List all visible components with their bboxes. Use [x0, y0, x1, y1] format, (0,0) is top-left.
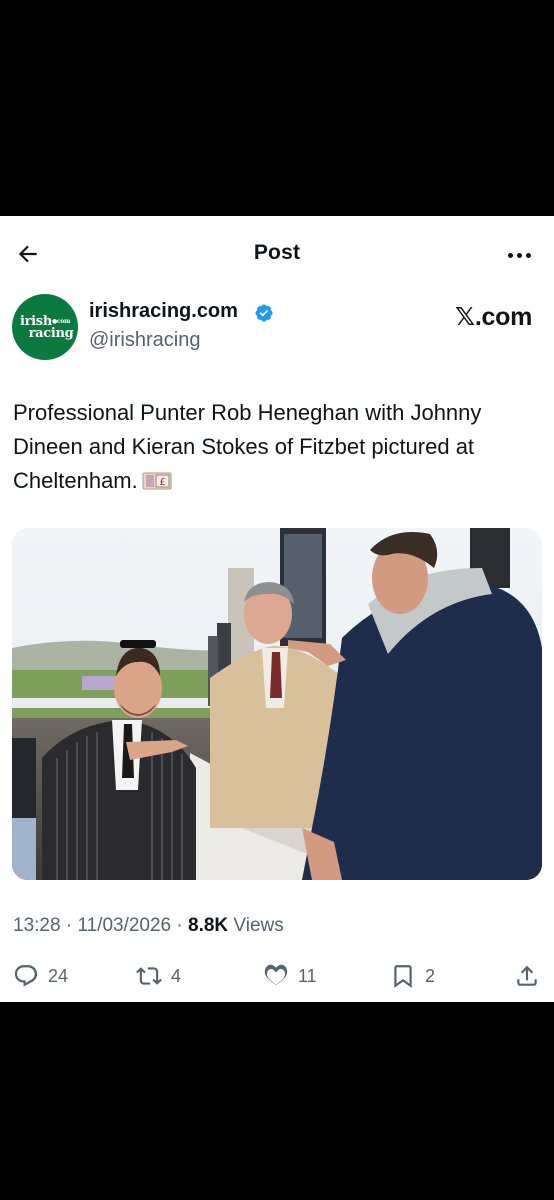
status-bar-area	[0, 0, 554, 216]
x-com-watermark: 𝕏.com	[455, 302, 532, 332]
more-horizontal-icon-dot	[507, 252, 513, 258]
top-app-bar: Post	[0, 216, 554, 292]
watermark-suffix: .com	[474, 303, 532, 331]
bookmark-icon	[394, 965, 412, 988]
author-handle[interactable]: @irishracing	[89, 329, 200, 352]
repost-icon	[136, 967, 162, 985]
verified-badge-icon	[255, 304, 273, 322]
like-count: 11	[298, 965, 317, 986]
tweet-photo[interactable]	[12, 528, 542, 880]
avatar[interactable]: irish●com racing	[12, 294, 78, 360]
reply-icon	[14, 965, 38, 987]
page-title: Post	[253, 241, 301, 264]
avatar-logo-line2: racing	[28, 325, 74, 341]
separator: ·	[171, 915, 189, 936]
reply-button[interactable]: 24	[13, 960, 68, 992]
action-bar: 24 4 11 2	[0, 956, 554, 996]
like-button[interactable]: 11	[263, 960, 317, 992]
racecourse-photo-image	[12, 528, 542, 880]
heart-icon	[264, 964, 288, 985]
separator: ·	[60, 915, 78, 936]
money-bag-emoji-icon: £	[142, 472, 172, 490]
share-icon	[517, 965, 537, 986]
post-metadata: 13:28 · 11/03/2026 · 8.8K Views	[13, 915, 284, 937]
avatar-logo-dot: ●com	[51, 317, 71, 325]
x-logo-icon: 𝕏	[455, 302, 475, 331]
reply-count: 24	[48, 965, 69, 986]
tweet-text: Professional Punter Rob Heneghan with Jo…	[13, 396, 543, 498]
views-label: Views	[228, 915, 284, 936]
author-display-name[interactable]: irishracing.com	[89, 300, 238, 323]
bookmark-button[interactable]: 2	[390, 960, 435, 992]
post-date: 11/03/2026	[77, 915, 172, 936]
navigation-bar-area	[0, 1002, 554, 1200]
views-count[interactable]: 8.8K	[188, 915, 228, 936]
repost-count: 4	[171, 965, 182, 986]
repost-button[interactable]: 4	[136, 960, 181, 992]
more-horizontal-icon-dot	[525, 252, 531, 258]
bookmark-count: 2	[425, 965, 436, 986]
post-card: Post irish●com racing irishracing.com @i…	[0, 216, 554, 1002]
more-horizontal-icon-dot	[516, 252, 522, 258]
share-button[interactable]	[514, 960, 540, 992]
post-time: 13:28	[13, 915, 61, 936]
svg-text:£: £	[159, 477, 165, 488]
more-options-button[interactable]	[502, 240, 536, 270]
tweet-body: Professional Punter Rob Heneghan with Jo…	[13, 400, 482, 493]
